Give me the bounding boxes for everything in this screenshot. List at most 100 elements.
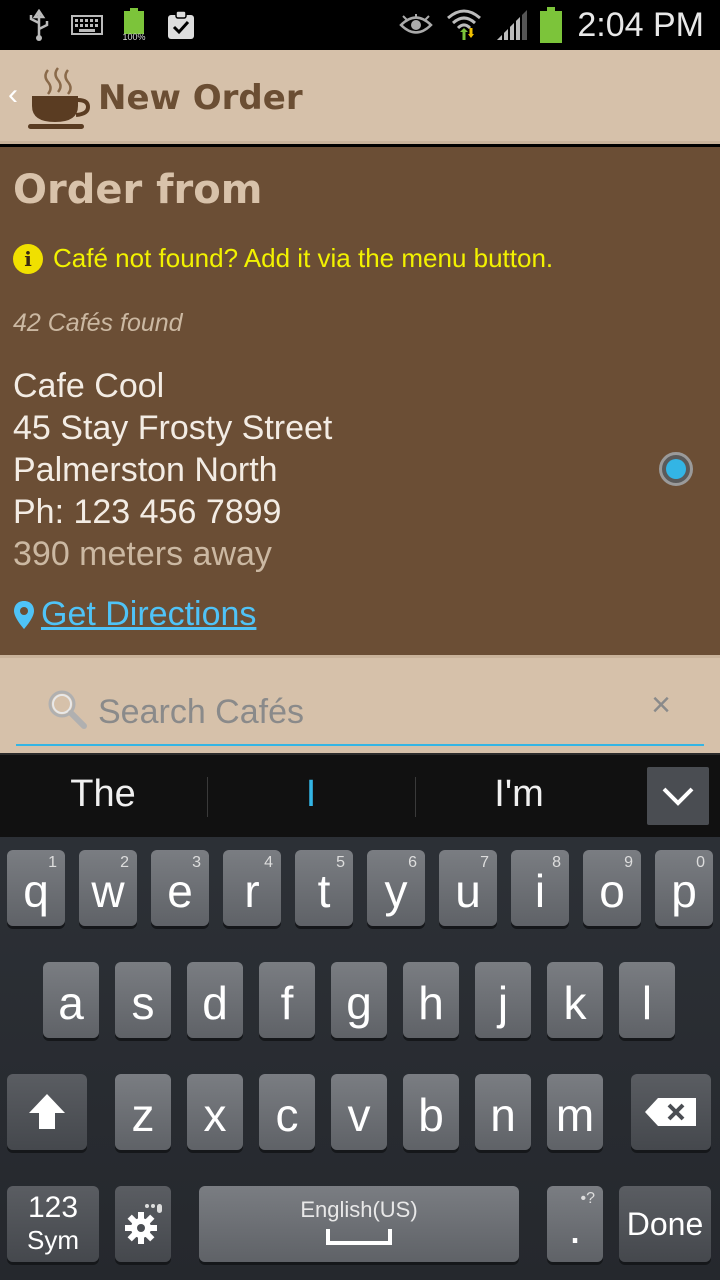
cafe-select-radio[interactable] xyxy=(659,452,693,486)
key-p[interactable]: 0p xyxy=(655,850,713,926)
key-label: q xyxy=(23,865,49,917)
gear-icon xyxy=(125,1204,162,1244)
suggestion-divider xyxy=(207,777,208,817)
sym-key-bottom: Sym xyxy=(27,1225,79,1255)
key-z[interactable]: z xyxy=(115,1074,171,1150)
key-label: d xyxy=(202,977,228,1029)
key-o[interactable]: 9o xyxy=(583,850,641,926)
cafe-name: Cafe Cool xyxy=(13,367,165,405)
key-label: x xyxy=(203,1089,227,1141)
key-v[interactable]: v xyxy=(331,1074,387,1150)
shift-key[interactable] xyxy=(7,1074,87,1150)
done-label: Done xyxy=(626,1205,704,1242)
action-bar: ‹ New Order xyxy=(0,50,720,144)
get-directions-label[interactable]: Get Directions xyxy=(41,595,256,634)
key-w[interactable]: 2w xyxy=(79,850,137,926)
key-q[interactable]: 1q xyxy=(7,850,65,926)
key-s[interactable]: s xyxy=(115,962,171,1038)
key-label: i xyxy=(534,865,546,917)
search-field[interactable]: × xyxy=(16,678,704,746)
key-x[interactable]: x xyxy=(187,1074,243,1150)
usb-icon xyxy=(24,8,54,42)
hint-text: Café not found? Add it via the menu butt… xyxy=(53,243,554,273)
key-hint: 8 xyxy=(552,854,561,871)
page-title: New Order xyxy=(98,78,303,118)
cafe-city: Palmerston North xyxy=(13,451,278,489)
key-hint: 5 xyxy=(336,854,345,871)
key-b[interactable]: b xyxy=(403,1074,459,1150)
suggestion-2[interactable]: I xyxy=(216,773,406,816)
key-label: m xyxy=(555,1089,595,1141)
key-label: h xyxy=(418,977,444,1029)
key-label: p xyxy=(671,865,697,917)
suggestion-1[interactable]: The xyxy=(8,773,198,816)
key-hint: 3 xyxy=(192,854,201,871)
info-icon: i xyxy=(13,243,43,274)
key-y[interactable]: 6y xyxy=(367,850,425,926)
key-hint: •? xyxy=(580,1190,596,1207)
wifi-icon xyxy=(446,8,482,42)
key-hint: 9 xyxy=(624,854,633,871)
key-h[interactable]: h xyxy=(403,962,459,1038)
key-i[interactable]: 8i xyxy=(511,850,569,926)
search-input[interactable] xyxy=(98,690,618,734)
key-j[interactable]: j xyxy=(475,962,531,1038)
backspace-key[interactable] xyxy=(631,1074,711,1150)
signal-icon xyxy=(494,8,530,42)
order-from-heading: Order from xyxy=(13,167,263,213)
sym-key-top: 123 xyxy=(27,1191,79,1224)
key-hint: 2 xyxy=(120,854,129,871)
backspace-icon xyxy=(645,1098,696,1126)
search-bar: × xyxy=(0,655,720,753)
key-label: b xyxy=(418,1089,444,1141)
key-a[interactable]: a xyxy=(43,962,99,1038)
keyboard-icon xyxy=(70,8,104,42)
period-key[interactable]: •? . xyxy=(547,1186,603,1262)
key-r[interactable]: 4r xyxy=(223,850,281,926)
settings-key[interactable] xyxy=(115,1186,171,1262)
status-bar: 100% 2:04 PM xyxy=(0,0,720,50)
key-hint: 0 xyxy=(696,854,705,871)
coffee-cup-icon[interactable] xyxy=(26,66,91,130)
key-f[interactable]: f xyxy=(259,962,315,1038)
clear-search-icon[interactable]: × xyxy=(644,688,678,722)
suggestion-3[interactable]: I'm xyxy=(424,773,614,816)
cafe-list-item[interactable]: Cafe Cool 45 Stay Frosty Street Palmerst… xyxy=(13,365,332,575)
key-label: o xyxy=(599,865,625,917)
key-label: y xyxy=(384,865,408,917)
key-k[interactable]: k xyxy=(547,962,603,1038)
key-hint: 6 xyxy=(408,854,417,871)
cafe-count: 42 Cafés found xyxy=(13,309,183,337)
key-t[interactable]: 5t xyxy=(295,850,353,926)
key-hint: 7 xyxy=(480,854,489,871)
key-e[interactable]: 3e xyxy=(151,850,209,926)
key-label: j xyxy=(497,977,509,1029)
key-n[interactable]: n xyxy=(475,1074,531,1150)
eye-icon xyxy=(398,8,434,42)
battery-percent-label: 100% xyxy=(122,32,146,42)
key-l[interactable]: l xyxy=(619,962,675,1038)
sym-key[interactable]: 123 Sym xyxy=(7,1186,99,1262)
key-m[interactable]: m xyxy=(547,1074,603,1150)
search-icon xyxy=(48,690,87,729)
key-d[interactable]: d xyxy=(187,962,243,1038)
key-hint: 1 xyxy=(48,854,57,871)
key-label: a xyxy=(58,977,84,1029)
get-directions-link[interactable]: Get Directions xyxy=(13,595,256,634)
space-key[interactable]: English(US) xyxy=(199,1186,519,1262)
key-g[interactable]: g xyxy=(331,962,387,1038)
key-label: l xyxy=(641,977,653,1029)
collapse-suggestions-button[interactable] xyxy=(647,767,709,825)
status-time: 2:04 PM xyxy=(577,6,704,44)
key-label: g xyxy=(346,977,372,1029)
suggestion-strip: The I I'm xyxy=(0,753,720,837)
done-button[interactable]: Done xyxy=(619,1186,711,1262)
key-c[interactable]: c xyxy=(259,1074,315,1150)
up-chevron-icon[interactable]: ‹ xyxy=(8,78,18,112)
clipboard-check-icon xyxy=(164,8,198,42)
key-u[interactable]: 7u xyxy=(439,850,497,926)
cafe-phone: Ph: 123 456 7899 xyxy=(13,493,282,531)
map-pin-icon xyxy=(14,600,34,629)
hint-row: i Café not found? Add it via the menu bu… xyxy=(13,243,553,274)
key-label: e xyxy=(167,865,193,917)
